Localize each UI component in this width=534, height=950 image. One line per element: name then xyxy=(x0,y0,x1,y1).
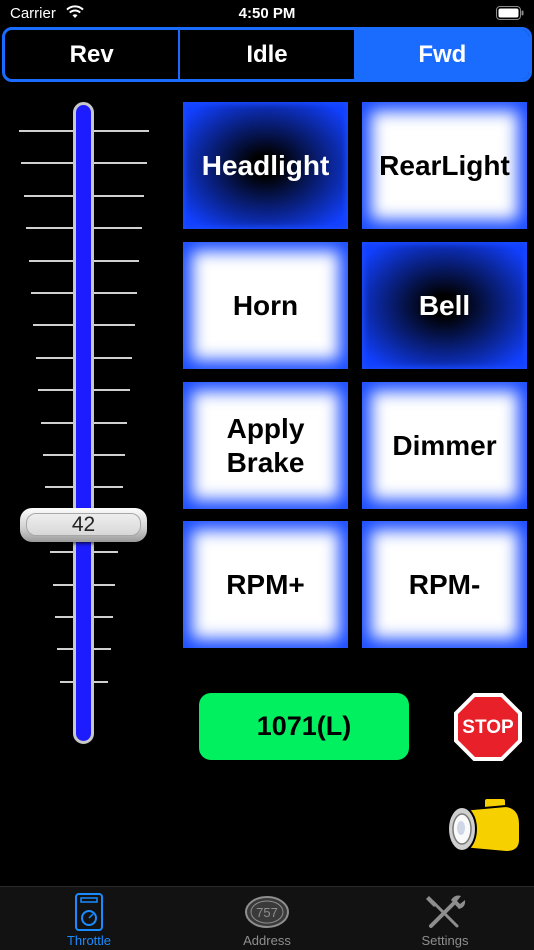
settings-icon xyxy=(426,895,466,928)
tab-throttle-label: Throttle xyxy=(66,933,112,948)
tab-settings[interactable]: Settings xyxy=(356,887,534,950)
direction-rev-button[interactable]: Rev xyxy=(5,30,178,79)
throttle-slider-thumb[interactable]: 42 xyxy=(20,508,147,542)
apply-brake-button[interactable]: Apply Brake xyxy=(183,382,348,509)
direction-idle-button[interactable]: Idle xyxy=(178,30,353,79)
stop-button[interactable]: STOP xyxy=(453,692,523,762)
address-badge: 757 xyxy=(256,905,278,920)
bell-button[interactable]: Bell xyxy=(362,242,527,369)
battery-icon xyxy=(496,6,524,20)
tab-settings-label: Settings xyxy=(421,933,469,948)
throttle-value: 42 xyxy=(26,513,141,536)
direction-fwd-button[interactable]: Fwd xyxy=(353,30,529,79)
stop-label: STOP xyxy=(462,717,514,738)
rpm-minus-button[interactable]: RPM- xyxy=(362,521,527,648)
throttle-slider-track[interactable] xyxy=(73,102,94,744)
direction-control: Rev Idle Fwd xyxy=(2,27,532,82)
tab-address-label: Address xyxy=(243,933,291,948)
throttle-icon xyxy=(75,893,103,931)
rearlight-button[interactable]: RearLight xyxy=(362,102,527,229)
dimmer-button[interactable]: Dimmer xyxy=(362,382,527,509)
status-time: 4:50 PM xyxy=(238,5,296,22)
horn-button[interactable]: Horn xyxy=(183,242,348,369)
headlight-button[interactable]: Headlight xyxy=(183,102,348,229)
loco-address-display[interactable]: 1071(L) xyxy=(199,693,409,760)
status-bar: Carrier 4:50 PM xyxy=(0,0,534,28)
tab-address[interactable]: 757 Address xyxy=(178,887,356,950)
rpm-plus-button[interactable]: RPM+ xyxy=(183,521,348,648)
tab-bar: Throttle 757 Address Settings xyxy=(0,886,534,950)
flashlight-icon[interactable] xyxy=(440,796,522,860)
address-icon: 757 xyxy=(245,896,289,928)
tab-throttle[interactable]: Throttle xyxy=(0,887,178,950)
